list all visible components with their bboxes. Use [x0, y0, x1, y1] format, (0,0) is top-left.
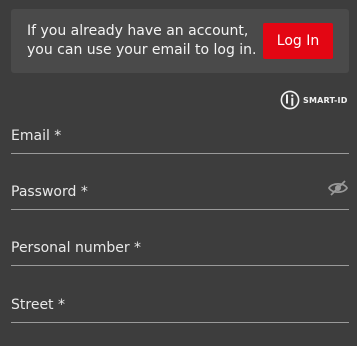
login-notice-text: If you already have an account, you can … [27, 22, 257, 60]
street-field[interactable]: Street * [11, 296, 353, 324]
password-field[interactable]: Password * [11, 180, 353, 211]
password-input[interactable] [11, 183, 353, 211]
email-input[interactable] [11, 127, 353, 155]
eye-slash-icon[interactable] [327, 179, 349, 197]
registration-form: If you already have an account, you can … [0, 0, 357, 346]
login-notice-line-2: you can use your email to log in. [27, 42, 257, 58]
personal-number-field[interactable]: Personal number * [11, 239, 353, 267]
smart-id-logo-icon [280, 90, 300, 110]
email-field[interactable]: Email * [11, 127, 353, 155]
personal-number-input[interactable] [11, 239, 353, 267]
login-button[interactable]: Log In [263, 23, 333, 59]
login-notice-banner: If you already have an account, you can … [11, 9, 349, 73]
login-notice-line-1: If you already have an account, [27, 23, 249, 39]
smart-id-badge[interactable]: SMART-ID [280, 90, 348, 110]
smart-id-label: SMART-ID [303, 95, 348, 105]
street-input[interactable] [11, 296, 353, 324]
